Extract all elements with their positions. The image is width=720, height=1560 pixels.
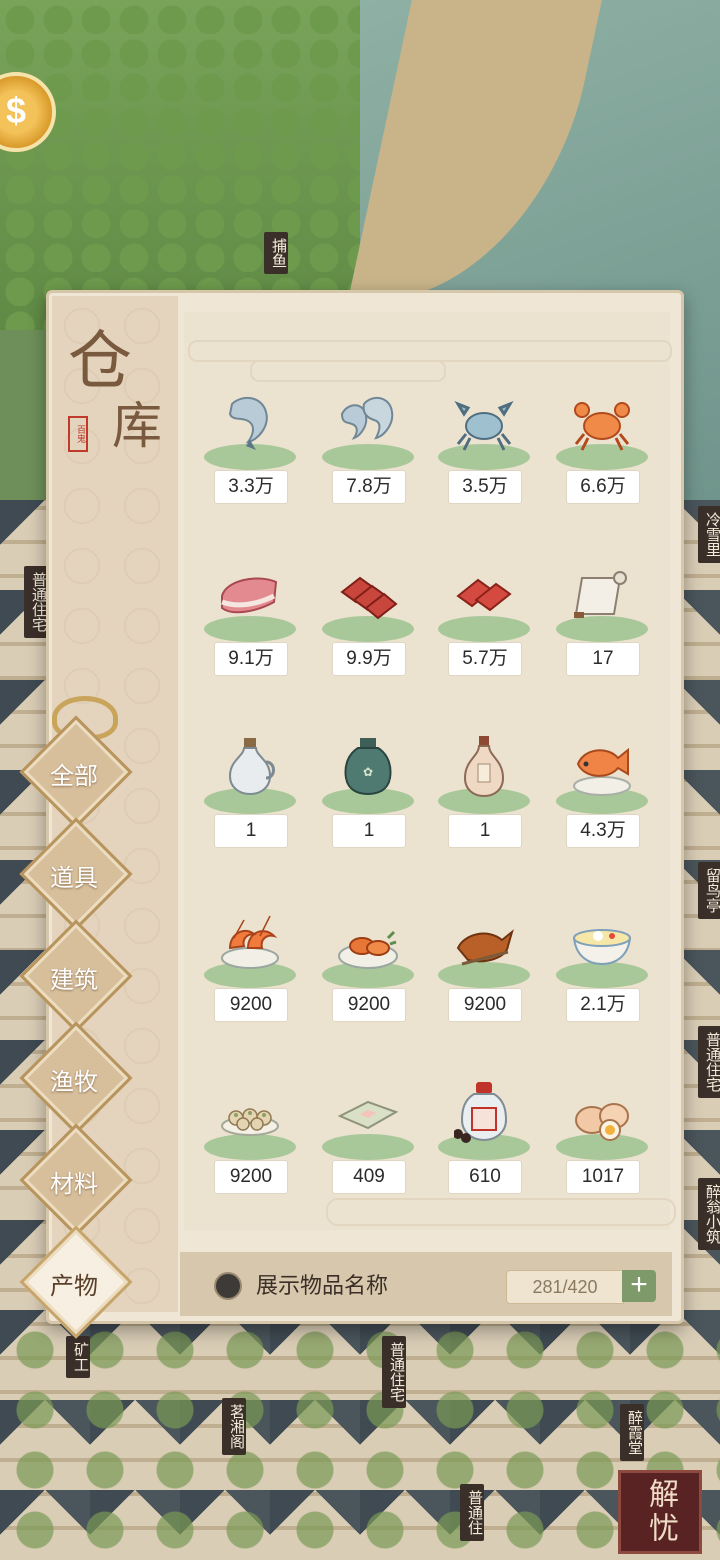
- item-slot[interactable]: 409: [318, 1080, 418, 1200]
- item-slot[interactable]: 9.9万: [318, 562, 418, 682]
- item-quantity: 3.5万: [448, 470, 522, 504]
- paper-scroll-icon: [572, 562, 632, 628]
- item-quantity: 9200: [214, 988, 288, 1022]
- tab-buildings[interactable]: 建筑: [19, 919, 133, 1033]
- tab-all[interactable]: 全部: [19, 715, 133, 829]
- item-slot[interactable]: 1: [434, 734, 534, 854]
- meat-slices-icon: [454, 562, 514, 628]
- tab-tools[interactable]: 道具: [19, 817, 133, 931]
- tab-label: 渔牧: [50, 1068, 98, 1096]
- tab-label: 全部: [50, 762, 98, 790]
- jieyou-seal-button[interactable]: 解忧: [618, 1470, 702, 1554]
- sign-fishing[interactable]: 捕鱼: [264, 232, 288, 274]
- tab-label: 道具: [50, 864, 98, 892]
- title-char-2: 库: [112, 397, 162, 455]
- sign-house-left[interactable]: 普通住宅: [24, 566, 48, 638]
- item-quantity: 6.6万: [566, 470, 640, 504]
- shrimps-icon: [338, 390, 398, 456]
- soup-bowl-icon: [572, 908, 632, 974]
- item-slot[interactable]: 9200: [200, 908, 300, 1028]
- sign-mine[interactable]: 矿工: [66, 1336, 90, 1378]
- sign-zuiweng[interactable]: 醉翁小筑: [698, 1178, 720, 1250]
- item-slot[interactable]: 9200: [200, 1080, 300, 1200]
- item-slot[interactable]: 17: [552, 562, 652, 682]
- item-quantity: 4.3万: [566, 814, 640, 848]
- item-slot[interactable]: 3.5万: [434, 390, 534, 510]
- item-slot[interactable]: 7.8万: [318, 390, 418, 510]
- title-stamp: 百鬼: [68, 416, 88, 452]
- tab-materials[interactable]: 材料: [19, 1123, 133, 1237]
- item-quantity: 9.1万: [214, 642, 288, 676]
- warehouse-title: 仓 库 百鬼: [62, 308, 172, 458]
- tab-label: 建筑: [50, 966, 98, 994]
- pork-icon: [220, 562, 280, 628]
- item-quantity: 610: [448, 1160, 522, 1194]
- sign-house-center[interactable]: 普通住宅: [382, 1336, 406, 1408]
- item-quantity: 5.7万: [448, 642, 522, 676]
- item-slot[interactable]: 1017: [552, 1080, 652, 1200]
- item-quantity: 17: [566, 642, 640, 676]
- green-wine-jar-icon: ✿: [338, 734, 398, 800]
- roast-duck-icon: [454, 908, 514, 974]
- item-slot[interactable]: 2.1万: [552, 908, 652, 1028]
- sauce-bottle-icon: [454, 1080, 514, 1146]
- item-quantity: 1017: [566, 1160, 640, 1194]
- item-slot[interactable]: 4.3万: [552, 734, 652, 854]
- red-crab-icon: [572, 390, 632, 456]
- sign-liuniaoting[interactable]: 留鸟亭: [698, 862, 720, 919]
- sign-zuixia[interactable]: 醉霞堂: [620, 1404, 644, 1461]
- fish-dish-icon: [572, 734, 632, 800]
- sign-mingxiangge[interactable]: 茗湘阁: [222, 1398, 246, 1455]
- sign-house-bottom[interactable]: 普通住: [460, 1484, 484, 1541]
- blue-crab-icon: [454, 390, 514, 456]
- beef-slices-icon: [338, 562, 398, 628]
- divider: [250, 360, 446, 382]
- item-slot[interactable]: 5.7万: [434, 562, 534, 682]
- panel-footer: 展示物品名称 281/420 +: [180, 1252, 672, 1316]
- item-quantity: 1: [214, 814, 288, 848]
- trees: [0, 1320, 720, 1560]
- item-slot[interactable]: 9200: [434, 908, 534, 1028]
- divider: [326, 1198, 676, 1226]
- shrimp-icon: [220, 390, 280, 456]
- item-quantity: 1: [448, 814, 522, 848]
- item-slot[interactable]: 9200: [318, 908, 418, 1028]
- coin-icon: $: [6, 90, 27, 131]
- wine-bottle-icon: [454, 734, 514, 800]
- crab-dish-icon: [338, 908, 398, 974]
- expand-capacity-button[interactable]: +: [622, 1270, 656, 1302]
- tab-label: 产物: [50, 1272, 98, 1300]
- item-quantity: 9200: [448, 988, 522, 1022]
- item-slot[interactable]: 3.3万: [200, 390, 300, 510]
- item-slot[interactable]: 1: [200, 734, 300, 854]
- item-slot[interactable]: ✿ 1: [318, 734, 418, 854]
- rice-cake-icon: [338, 1080, 398, 1146]
- item-quantity: 9200: [332, 988, 406, 1022]
- shrimp-dish-icon: [220, 908, 280, 974]
- eggs-icon: [572, 1080, 632, 1146]
- svg-text:✿: ✿: [363, 765, 373, 779]
- tab-fishing-ranching[interactable]: 渔牧: [19, 1021, 133, 1135]
- item-slot[interactable]: 610: [434, 1080, 534, 1200]
- item-slot[interactable]: 9.1万: [200, 562, 300, 682]
- tab-label: 材料: [50, 1170, 98, 1198]
- item-quantity: 7.8万: [332, 470, 406, 504]
- item-quantity: 3.3万: [214, 470, 288, 504]
- item-quantity: 9200: [214, 1160, 288, 1194]
- item-quantity: 1: [332, 814, 406, 848]
- divider: [188, 340, 672, 362]
- item-slot[interactable]: 6.6万: [552, 390, 652, 510]
- item-quantity: 9.9万: [332, 642, 406, 676]
- show-names-toggle[interactable]: [214, 1272, 242, 1300]
- white-wine-jug-icon: [220, 734, 280, 800]
- capacity-display: 281/420: [506, 1270, 624, 1304]
- tab-products[interactable]: 产物: [19, 1225, 133, 1339]
- dumplings-icon: [220, 1080, 280, 1146]
- sign-house-right[interactable]: 普通住宅: [698, 1026, 720, 1098]
- item-quantity: 409: [332, 1160, 406, 1194]
- sign-lengxueli[interactable]: 冷雪里: [698, 506, 720, 563]
- item-quantity: 2.1万: [566, 988, 640, 1022]
- show-names-label[interactable]: 展示物品名称: [256, 1268, 388, 1300]
